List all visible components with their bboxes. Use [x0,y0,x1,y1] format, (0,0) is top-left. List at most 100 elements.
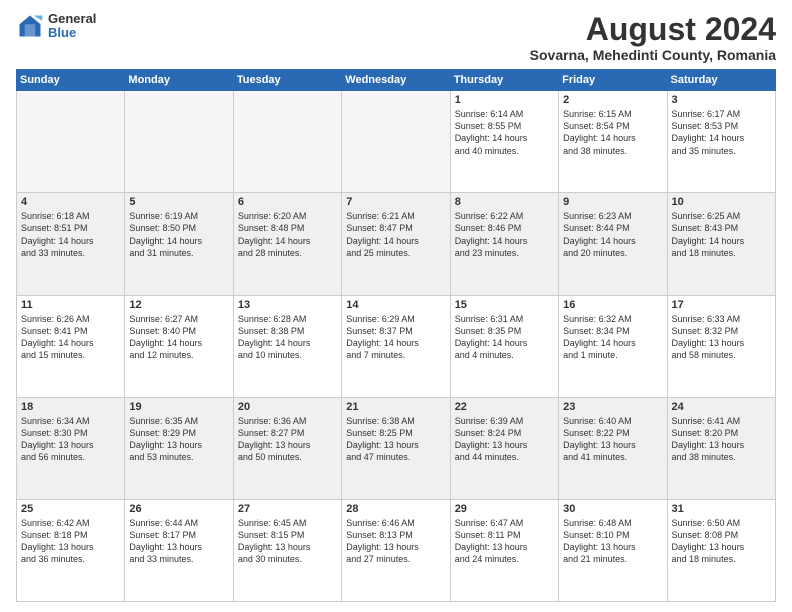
day-info: Sunrise: 6:35 AMSunset: 8:29 PMDaylight:… [129,415,228,464]
calendar-day-cell: 27 Sunrise: 6:45 AMSunset: 8:15 PMDayligh… [233,499,341,601]
day-info: Sunrise: 6:14 AMSunset: 8:55 PMDaylight:… [455,108,554,157]
day-info: Sunrise: 6:47 AMSunset: 8:11 PMDaylight:… [455,517,554,566]
calendar-day-cell: 28Sunrise: 6:46 AMSunset: 8:13 PMDayligh… [342,499,450,601]
day-number: 31 [672,503,771,515]
logo-general-text: General [48,12,96,26]
calendar-day-cell: 30 Sunrise: 6:48 AMSunset: 8:10 PMDayligh… [559,499,667,601]
day-info: Sunrise: 6:39 AMSunset: 8:24 PMDaylight:… [455,415,554,464]
title-block: August 2024 Sovarna, Mehedinti County, R… [530,12,776,63]
day-number: 1 [455,94,554,106]
day-info: Sunrise: 6:26 AMSunset: 8:41 PMDaylight:… [21,313,120,362]
calendar-col-header: Sunday [17,70,125,91]
day-info: Sunrise: 6:45 AMSunset: 8:15 PMDaylight:… [238,517,337,566]
day-number: 3 [672,94,771,106]
day-number: 15 [455,299,554,311]
calendar-day-cell: 1 Sunrise: 6:14 AMSunset: 8:55 PMDaylight… [450,91,558,193]
day-info: Sunrise: 6:28 AMSunset: 8:38 PMDaylight:… [238,313,337,362]
calendar-week-row: 18 Sunrise: 6:34 AMSunset: 8:30 PMDayligh… [17,397,776,499]
day-info: Sunrise: 6:18 AMSunset: 8:51 PMDaylight:… [21,210,120,259]
day-info: Sunrise: 6:44 AMSunset: 8:17 PMDaylight:… [129,517,228,566]
day-number: 19 [129,401,228,413]
calendar-day-cell: 17 Sunrise: 6:33 AMSunset: 8:32 PMDayligh… [667,295,775,397]
day-info: Sunrise: 6:31 AMSunset: 8:35 PMDaylight:… [455,313,554,362]
day-info: Sunrise: 6:40 AMSunset: 8:22 PMDaylight:… [563,415,662,464]
day-number: 11 [21,299,120,311]
calendar-week-row: 1 Sunrise: 6:14 AMSunset: 8:55 PMDaylight… [17,91,776,193]
calendar-week-row: 25 Sunrise: 6:42 AMSunset: 8:18 PMDayligh… [17,499,776,601]
day-info: Sunrise: 6:42 AMSunset: 8:18 PMDaylight:… [21,517,120,566]
calendar-day-cell: 7Sunrise: 6:21 AMSunset: 8:47 PMDaylight… [342,193,450,295]
day-info: Sunrise: 6:23 AMSunset: 8:44 PMDaylight:… [563,210,662,259]
calendar-col-header: Saturday [667,70,775,91]
calendar-day-cell: 31Sunrise: 6:50 AMSunset: 8:08 PMDayligh… [667,499,775,601]
day-number: 20 [238,401,337,413]
day-info: Sunrise: 6:29 AMSunset: 8:37 PMDaylight:… [346,313,445,362]
calendar-day-cell: 10 Sunrise: 6:25 AMSunset: 8:43 PMDayligh… [667,193,775,295]
calendar-col-header: Thursday [450,70,558,91]
day-info: Sunrise: 6:20 AMSunset: 8:48 PMDaylight:… [238,210,337,259]
calendar-col-header: Tuesday [233,70,341,91]
calendar-day-cell: 14 Sunrise: 6:29 AMSunset: 8:37 PMDayligh… [342,295,450,397]
day-info: Sunrise: 6:38 AMSunset: 8:25 PMDaylight:… [346,415,445,464]
day-info: Sunrise: 6:48 AMSunset: 8:10 PMDaylight:… [563,517,662,566]
day-number: 5 [129,196,228,208]
calendar-day-cell: 6Sunrise: 6:20 AMSunset: 8:48 PMDaylight… [233,193,341,295]
day-info: Sunrise: 6:15 AMSunset: 8:54 PMDaylight:… [563,108,662,157]
day-info: Sunrise: 6:33 AMSunset: 8:32 PMDaylight:… [672,313,771,362]
day-number: 10 [672,196,771,208]
calendar-day-cell: 15 Sunrise: 6:31 AMSunset: 8:35 PMDayligh… [450,295,558,397]
day-number: 16 [563,299,662,311]
day-number: 22 [455,401,554,413]
day-number: 26 [129,503,228,515]
day-number: 4 [21,196,120,208]
calendar-day-cell: 8Sunrise: 6:22 AMSunset: 8:46 PMDaylight… [450,193,558,295]
calendar-day-cell [233,91,341,193]
calendar-day-cell: 18 Sunrise: 6:34 AMSunset: 8:30 PMDayligh… [17,397,125,499]
day-number: 23 [563,401,662,413]
day-number: 25 [21,503,120,515]
day-number: 7 [346,196,445,208]
calendar-day-cell: 29 Sunrise: 6:47 AMSunset: 8:11 PMDayligh… [450,499,558,601]
day-info: Sunrise: 6:27 AMSunset: 8:40 PMDaylight:… [129,313,228,362]
calendar-table: SundayMondayTuesdayWednesdayThursdayFrid… [16,69,776,602]
calendar-week-row: 4 Sunrise: 6:18 AMSunset: 8:51 PMDaylight… [17,193,776,295]
calendar-day-cell: 16Sunrise: 6:32 AMSunset: 8:34 PMDayligh… [559,295,667,397]
day-info: Sunrise: 6:22 AMSunset: 8:46 PMDaylight:… [455,210,554,259]
day-number: 14 [346,299,445,311]
calendar-day-cell: 9 Sunrise: 6:23 AMSunset: 8:44 PMDaylight… [559,193,667,295]
day-number: 21 [346,401,445,413]
calendar-day-cell: 4 Sunrise: 6:18 AMSunset: 8:51 PMDaylight… [17,193,125,295]
calendar-day-cell: 24Sunrise: 6:41 AMSunset: 8:20 PMDayligh… [667,397,775,499]
calendar-header-row: SundayMondayTuesdayWednesdayThursdayFrid… [17,70,776,91]
calendar-day-cell: 13 Sunrise: 6:28 AMSunset: 8:38 PMDayligh… [233,295,341,397]
calendar-col-header: Friday [559,70,667,91]
calendar-day-cell: 21 Sunrise: 6:38 AMSunset: 8:25 PMDayligh… [342,397,450,499]
calendar-day-cell: 19 Sunrise: 6:35 AMSunset: 8:29 PMDayligh… [125,397,233,499]
calendar-day-cell: 5Sunrise: 6:19 AMSunset: 8:50 PMDaylight… [125,193,233,295]
subtitle: Sovarna, Mehedinti County, Romania [530,47,776,63]
day-info: Sunrise: 6:25 AMSunset: 8:43 PMDaylight:… [672,210,771,259]
calendar-day-cell: 26 Sunrise: 6:44 AMSunset: 8:17 PMDayligh… [125,499,233,601]
calendar-day-cell: 25 Sunrise: 6:42 AMSunset: 8:18 PMDayligh… [17,499,125,601]
logo-text: General Blue [48,12,96,41]
calendar-day-cell: 20 Sunrise: 6:36 AMSunset: 8:27 PMDayligh… [233,397,341,499]
calendar-day-cell [17,91,125,193]
logo-icon [16,12,44,40]
day-info: Sunrise: 6:34 AMSunset: 8:30 PMDaylight:… [21,415,120,464]
day-number: 18 [21,401,120,413]
day-info: Sunrise: 6:36 AMSunset: 8:27 PMDaylight:… [238,415,337,464]
logo: General Blue [16,12,96,41]
day-info: Sunrise: 6:17 AMSunset: 8:53 PMDaylight:… [672,108,771,157]
day-number: 27 [238,503,337,515]
calendar-day-cell: 22 Sunrise: 6:39 AMSunset: 8:24 PMDayligh… [450,397,558,499]
calendar-day-cell [342,91,450,193]
calendar-day-cell: 11 Sunrise: 6:26 AMSunset: 8:41 PMDayligh… [17,295,125,397]
day-number: 17 [672,299,771,311]
page: General Blue August 2024 Sovarna, Mehedi… [0,0,792,612]
day-number: 29 [455,503,554,515]
calendar-day-cell: 2Sunrise: 6:15 AMSunset: 8:54 PMDaylight… [559,91,667,193]
day-number: 30 [563,503,662,515]
day-number: 9 [563,196,662,208]
day-number: 13 [238,299,337,311]
day-number: 12 [129,299,228,311]
